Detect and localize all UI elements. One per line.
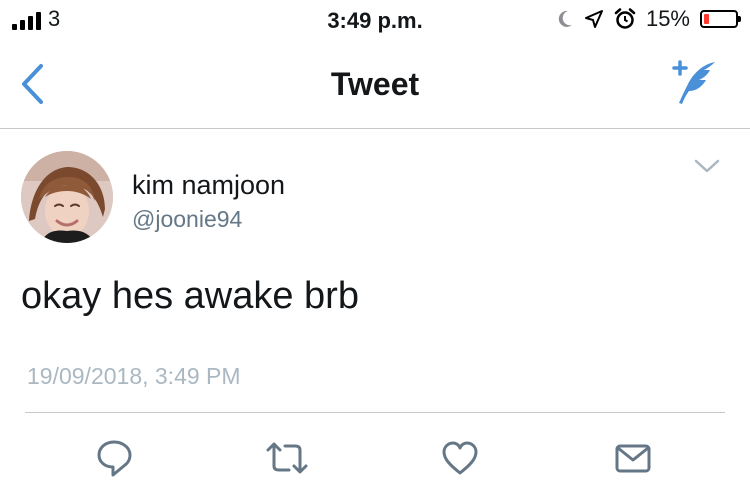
- divider: [25, 412, 725, 413]
- battery-icon: [700, 10, 741, 28]
- tweet-detail-screen: 3 3:49 p.m. 15% Tweet kim namjoon @jooni…: [0, 0, 750, 497]
- tweet-actions: [0, 432, 750, 484]
- alarm-clock-icon: [614, 8, 636, 29]
- page-title: Tweet: [330, 66, 420, 102]
- like-icon: [442, 441, 478, 475]
- profile-photo: [21, 151, 113, 243]
- location-arrow-icon: [584, 10, 603, 28]
- display-name[interactable]: kim namjoon: [132, 170, 285, 200]
- reply-icon: [97, 440, 132, 477]
- battery-cap: [738, 16, 741, 22]
- like-button[interactable]: [434, 432, 486, 484]
- status-right: 15%: [556, 6, 741, 32]
- nav-bar: Tweet: [0, 40, 750, 129]
- chevron-down-icon: [694, 159, 720, 173]
- tweet-text: okay hes awake brb: [21, 275, 359, 317]
- share-icon: [615, 444, 651, 473]
- moon-icon: [558, 10, 572, 27]
- retweet-button[interactable]: [261, 432, 313, 484]
- tweet-options-button[interactable]: [692, 154, 722, 178]
- tweet-timestamp: 19/09/2018, 3:49 PM: [27, 363, 241, 389]
- compose-tweet-icon: [672, 60, 715, 104]
- username[interactable]: @joonie94: [132, 205, 242, 233]
- compose-tweet-button[interactable]: [666, 58, 718, 106]
- reply-button[interactable]: [88, 432, 140, 484]
- battery-percent: 15%: [645, 6, 690, 31]
- status-bar: 3 3:49 p.m. 15%: [0, 0, 750, 40]
- retweet-icon: [266, 442, 308, 474]
- share-button[interactable]: [607, 432, 659, 484]
- battery-level-fill: [704, 14, 709, 24]
- avatar[interactable]: [21, 151, 113, 243]
